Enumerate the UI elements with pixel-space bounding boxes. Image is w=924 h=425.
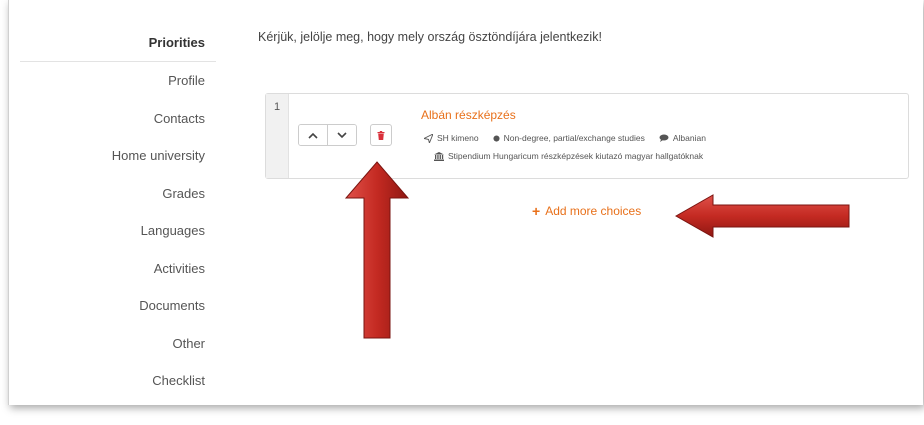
- add-more-choices-label: Add more choices: [545, 204, 642, 218]
- choice-program: SH kimeno: [437, 133, 479, 143]
- sidebar-item-checklist[interactable]: Checklist: [20, 362, 216, 400]
- choice-title[interactable]: Albán részképzés: [421, 108, 516, 122]
- plus-icon: +: [532, 203, 541, 219]
- sidebar-item-documents[interactable]: Documents: [20, 287, 216, 325]
- sidebar-item-languages[interactable]: Languages: [20, 212, 216, 250]
- annotation-arrow-up: [344, 161, 410, 339]
- move-up-button[interactable]: [299, 125, 327, 145]
- sidebar-item-profile[interactable]: Profile: [20, 62, 216, 100]
- sidebar-item-grades[interactable]: Grades: [20, 175, 216, 213]
- choice-scholarship-row: Stipendium Hungaricum részképzések kiuta…: [434, 151, 703, 161]
- annotation-arrow-left: [674, 194, 850, 238]
- intro-text: Kérjük, jelölje meg, hogy mely ország ös…: [258, 30, 602, 44]
- sidebar: Priorities Profile Contacts Home univers…: [20, 25, 216, 400]
- choice-meta-row: SH kimeno Non-degree, partial/exchange s…: [424, 133, 706, 143]
- choice-study-type: Non-degree, partial/exchange studies: [503, 133, 645, 143]
- sidebar-item-other[interactable]: Other: [20, 325, 216, 363]
- main-content: Kérjük, jelölje meg, hogy mely ország ös…: [258, 30, 908, 44]
- trash-icon: [377, 130, 385, 140]
- circle-icon: [493, 134, 500, 142]
- add-more-choices-button[interactable]: + Add more choices: [532, 204, 641, 218]
- speech-bubble-icon: [659, 134, 669, 142]
- move-down-button[interactable]: [327, 125, 356, 145]
- sidebar-item-home-university[interactable]: Home university: [20, 137, 216, 175]
- sidebar-item-activities[interactable]: Activities: [20, 250, 216, 288]
- choice-number: 1: [274, 101, 281, 113]
- paper-plane-icon: [424, 133, 433, 143]
- sidebar-item-priorities[interactable]: Priorities: [20, 25, 216, 62]
- delete-choice-button[interactable]: [370, 124, 392, 146]
- chevron-up-icon: [308, 132, 318, 139]
- choice-scholarship: Stipendium Hungaricum részképzések kiuta…: [448, 151, 704, 161]
- reorder-button-group: [298, 124, 357, 146]
- choice-language: Albanian: [672, 133, 706, 143]
- chevron-down-icon: [337, 131, 347, 138]
- institution-icon: [434, 151, 444, 161]
- sidebar-item-contacts[interactable]: Contacts: [20, 100, 216, 138]
- choice-number-column: 1: [266, 94, 289, 178]
